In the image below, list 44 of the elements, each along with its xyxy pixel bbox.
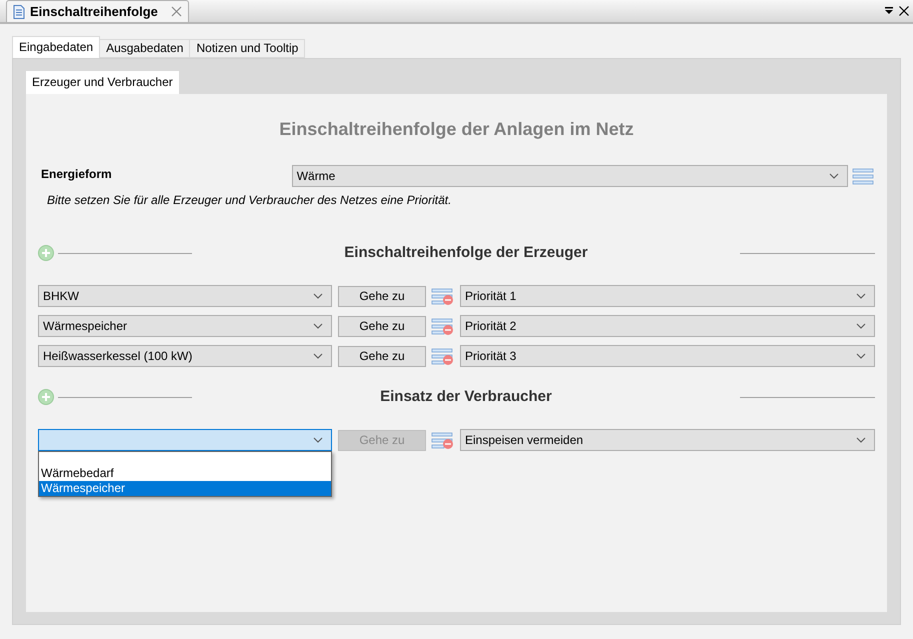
priority-combo-box[interactable]: Priorität 3 bbox=[460, 345, 875, 367]
dropdown-menu-icon[interactable] bbox=[885, 7, 893, 15]
energy-form-combo-box[interactable]: Wärme bbox=[292, 165, 848, 187]
chevron-down-icon bbox=[856, 353, 866, 359]
tab[interactable]: Erzeuger und Verbraucher bbox=[26, 71, 179, 94]
priority-combo-box[interactable]: Priorität 1 bbox=[460, 285, 875, 307]
add-icon[interactable] bbox=[38, 245, 54, 261]
chevron-down-icon bbox=[829, 173, 839, 179]
tab[interactable]: Ausgabedaten bbox=[99, 39, 190, 58]
combo-box[interactable]: BHKW bbox=[38, 285, 332, 307]
dropdown-option[interactable]: Wärmebedarf bbox=[39, 466, 331, 481]
dropdown-option[interactable]: Wärmespeicher bbox=[39, 481, 331, 496]
priority-combo-box[interactable]: Einspeisen vermeiden bbox=[460, 429, 875, 451]
add-icon[interactable] bbox=[38, 389, 54, 405]
goto-button[interactable]: Gehe zu bbox=[338, 346, 426, 366]
hint-text: Bitte setzen Sie für alle Erzeuger und Verbraucher des Netzes eine Priorität. bbox=[47, 192, 452, 209]
section-heading: Einschaltreihenfolge der Erzeuger bbox=[343, 242, 589, 263]
combo-box[interactable]: Heißwasserkessel (100 kW) bbox=[38, 345, 332, 367]
combo-box[interactable]: Wärmespeicher bbox=[38, 315, 332, 337]
list-remove-icon[interactable] bbox=[431, 348, 454, 364]
document-tab[interactable]: Einschaltreihenfolge bbox=[6, 0, 189, 22]
chevron-down-icon bbox=[856, 437, 866, 443]
close-icon[interactable] bbox=[899, 6, 909, 16]
field-label: Energieform bbox=[41, 166, 113, 183]
document-icon bbox=[13, 4, 25, 18]
list-icon[interactable] bbox=[852, 168, 875, 184]
document-title: Einschaltreihenfolge bbox=[30, 2, 158, 21]
chevron-down-icon bbox=[313, 353, 323, 359]
priority-combo-box[interactable]: Priorität 2 bbox=[460, 315, 875, 337]
section-heading: Einsatz der Verbraucher bbox=[379, 386, 553, 407]
goto-button[interactable]: Gehe zu bbox=[338, 286, 426, 306]
list-remove-icon[interactable] bbox=[431, 288, 454, 304]
chevron-down-icon bbox=[313, 323, 323, 329]
list-remove-icon[interactable] bbox=[431, 318, 454, 334]
goto-button[interactable]: Gehe zu bbox=[338, 316, 426, 336]
chevron-down-icon bbox=[313, 293, 323, 299]
list-remove-icon[interactable] bbox=[431, 432, 454, 448]
chevron-down-icon bbox=[856, 293, 866, 299]
tab[interactable]: Notizen und Tooltip bbox=[189, 39, 306, 58]
chevron-down-icon bbox=[856, 323, 866, 329]
chevron-down-icon bbox=[313, 437, 323, 443]
combo-box[interactable] bbox=[38, 429, 332, 451]
tab[interactable]: Eingabedaten bbox=[12, 36, 100, 58]
page-title: Einschaltreihenfolge der Anlagen im Netz bbox=[278, 118, 635, 141]
